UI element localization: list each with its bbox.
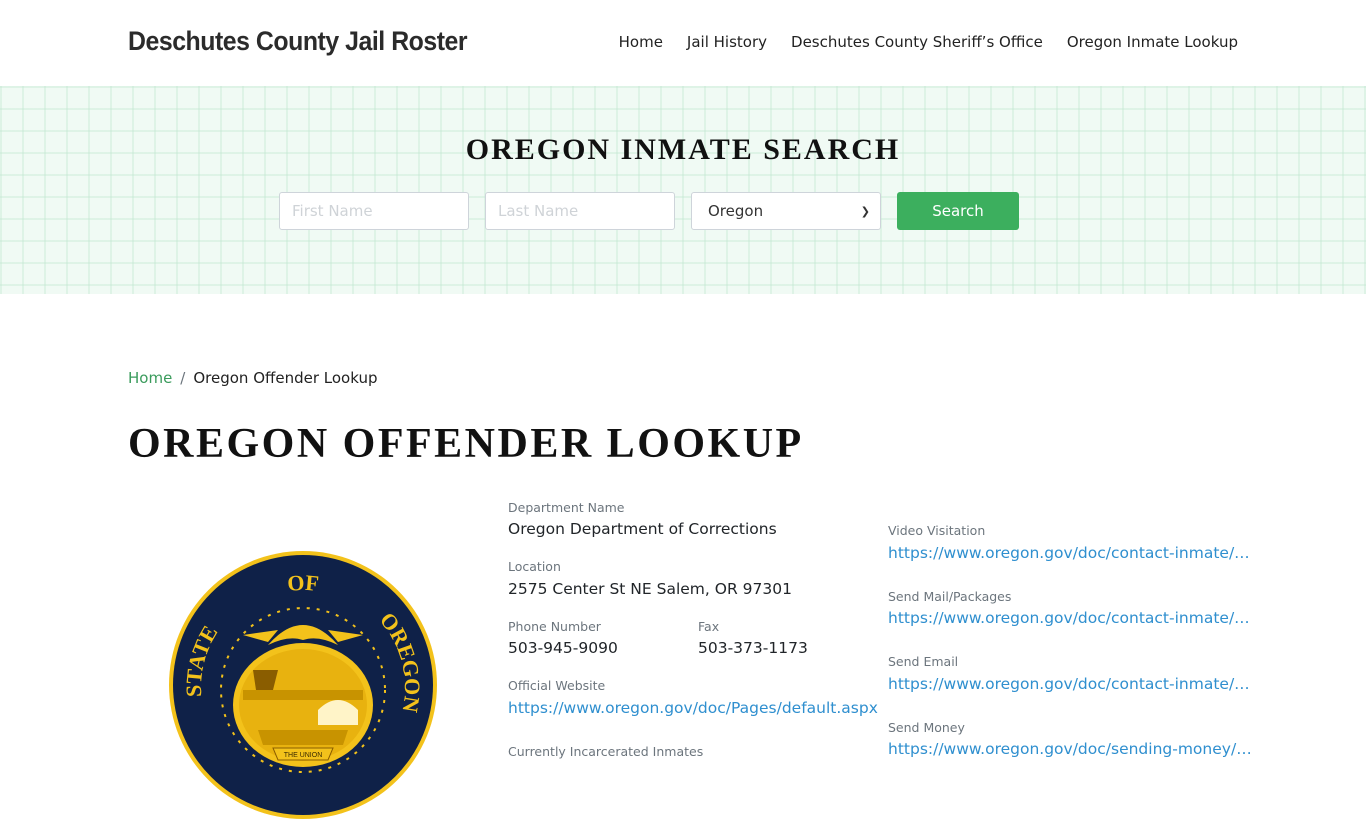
phone-value: 503-945-9090 — [508, 639, 618, 657]
state-select[interactable]: Oregon ❯ — [691, 192, 881, 230]
last-name-input[interactable] — [485, 192, 675, 230]
website-link[interactable]: https://www.oregon.gov/doc/Pages/default… — [508, 699, 878, 717]
nav-home[interactable]: Home — [619, 33, 663, 51]
breadcrumb-home[interactable]: Home — [128, 369, 172, 387]
website-label: Official Website — [508, 678, 606, 693]
send-money-link[interactable]: https://www.oregon.gov/doc/sending-money… — [888, 740, 1258, 758]
breadcrumb-separator: / — [180, 369, 186, 387]
nav-sheriffs-office[interactable]: Deschutes County Sheriff’s Office — [791, 33, 1043, 51]
send-email-label: Send Email — [888, 654, 959, 669]
send-mail-link[interactable]: https://www.oregon.gov/doc/contact-inmat… — [888, 609, 1258, 627]
oregon-seal-image: OF STATE OREGON THE UNION — [168, 550, 438, 820]
inmates-label: Currently Incarcerated Inmates — [508, 744, 704, 759]
video-visitation-label: Video Visitation — [888, 523, 986, 538]
location-label: Location — [508, 559, 561, 574]
fax-label: Fax — [698, 619, 720, 634]
breadcrumb: Home / Oregon Offender Lookup — [128, 369, 377, 387]
nav-jail-history[interactable]: Jail History — [687, 33, 767, 51]
send-mail-label: Send Mail/Packages — [888, 589, 1012, 604]
search-button[interactable]: Search — [897, 192, 1019, 230]
first-name-input[interactable] — [279, 192, 469, 230]
svg-text:OF: OF — [286, 570, 319, 596]
main-nav: Home Jail History Deschutes County Sheri… — [619, 33, 1238, 51]
page-title: OREGON OFFENDER LOOKUP — [128, 421, 804, 467]
search-title: OREGON INMATE SEARCH — [465, 133, 901, 166]
state-select-value: Oregon — [708, 202, 764, 220]
site-header: Deschutes County Jail Roster Home Jail H… — [0, 0, 1366, 86]
phone-label: Phone Number — [508, 619, 601, 634]
seal-text-top: OF — [286, 570, 319, 596]
location-value: 2575 Center St NE Salem, OR 97301 — [508, 580, 792, 598]
send-money-label: Send Money — [888, 720, 965, 735]
site-brand[interactable]: Deschutes County Jail Roster — [128, 26, 468, 57]
video-visitation-link[interactable]: https://www.oregon.gov/doc/contact-inmat… — [888, 544, 1258, 562]
seal-banner: THE UNION — [284, 752, 323, 759]
send-email-link[interactable]: https://www.oregon.gov/doc/contact-inmat… — [888, 675, 1258, 693]
search-hero: OREGON INMATE SEARCH Oregon ❯ Search — [0, 86, 1366, 294]
breadcrumb-current: Oregon Offender Lookup — [193, 369, 378, 387]
department-name-label: Department Name — [508, 500, 625, 515]
nav-inmate-lookup[interactable]: Oregon Inmate Lookup — [1067, 33, 1238, 51]
chevron-down-icon: ❯ — [860, 204, 870, 218]
department-name: Oregon Department of Corrections — [508, 520, 777, 538]
fax-value: 503-373-1173 — [698, 639, 808, 657]
